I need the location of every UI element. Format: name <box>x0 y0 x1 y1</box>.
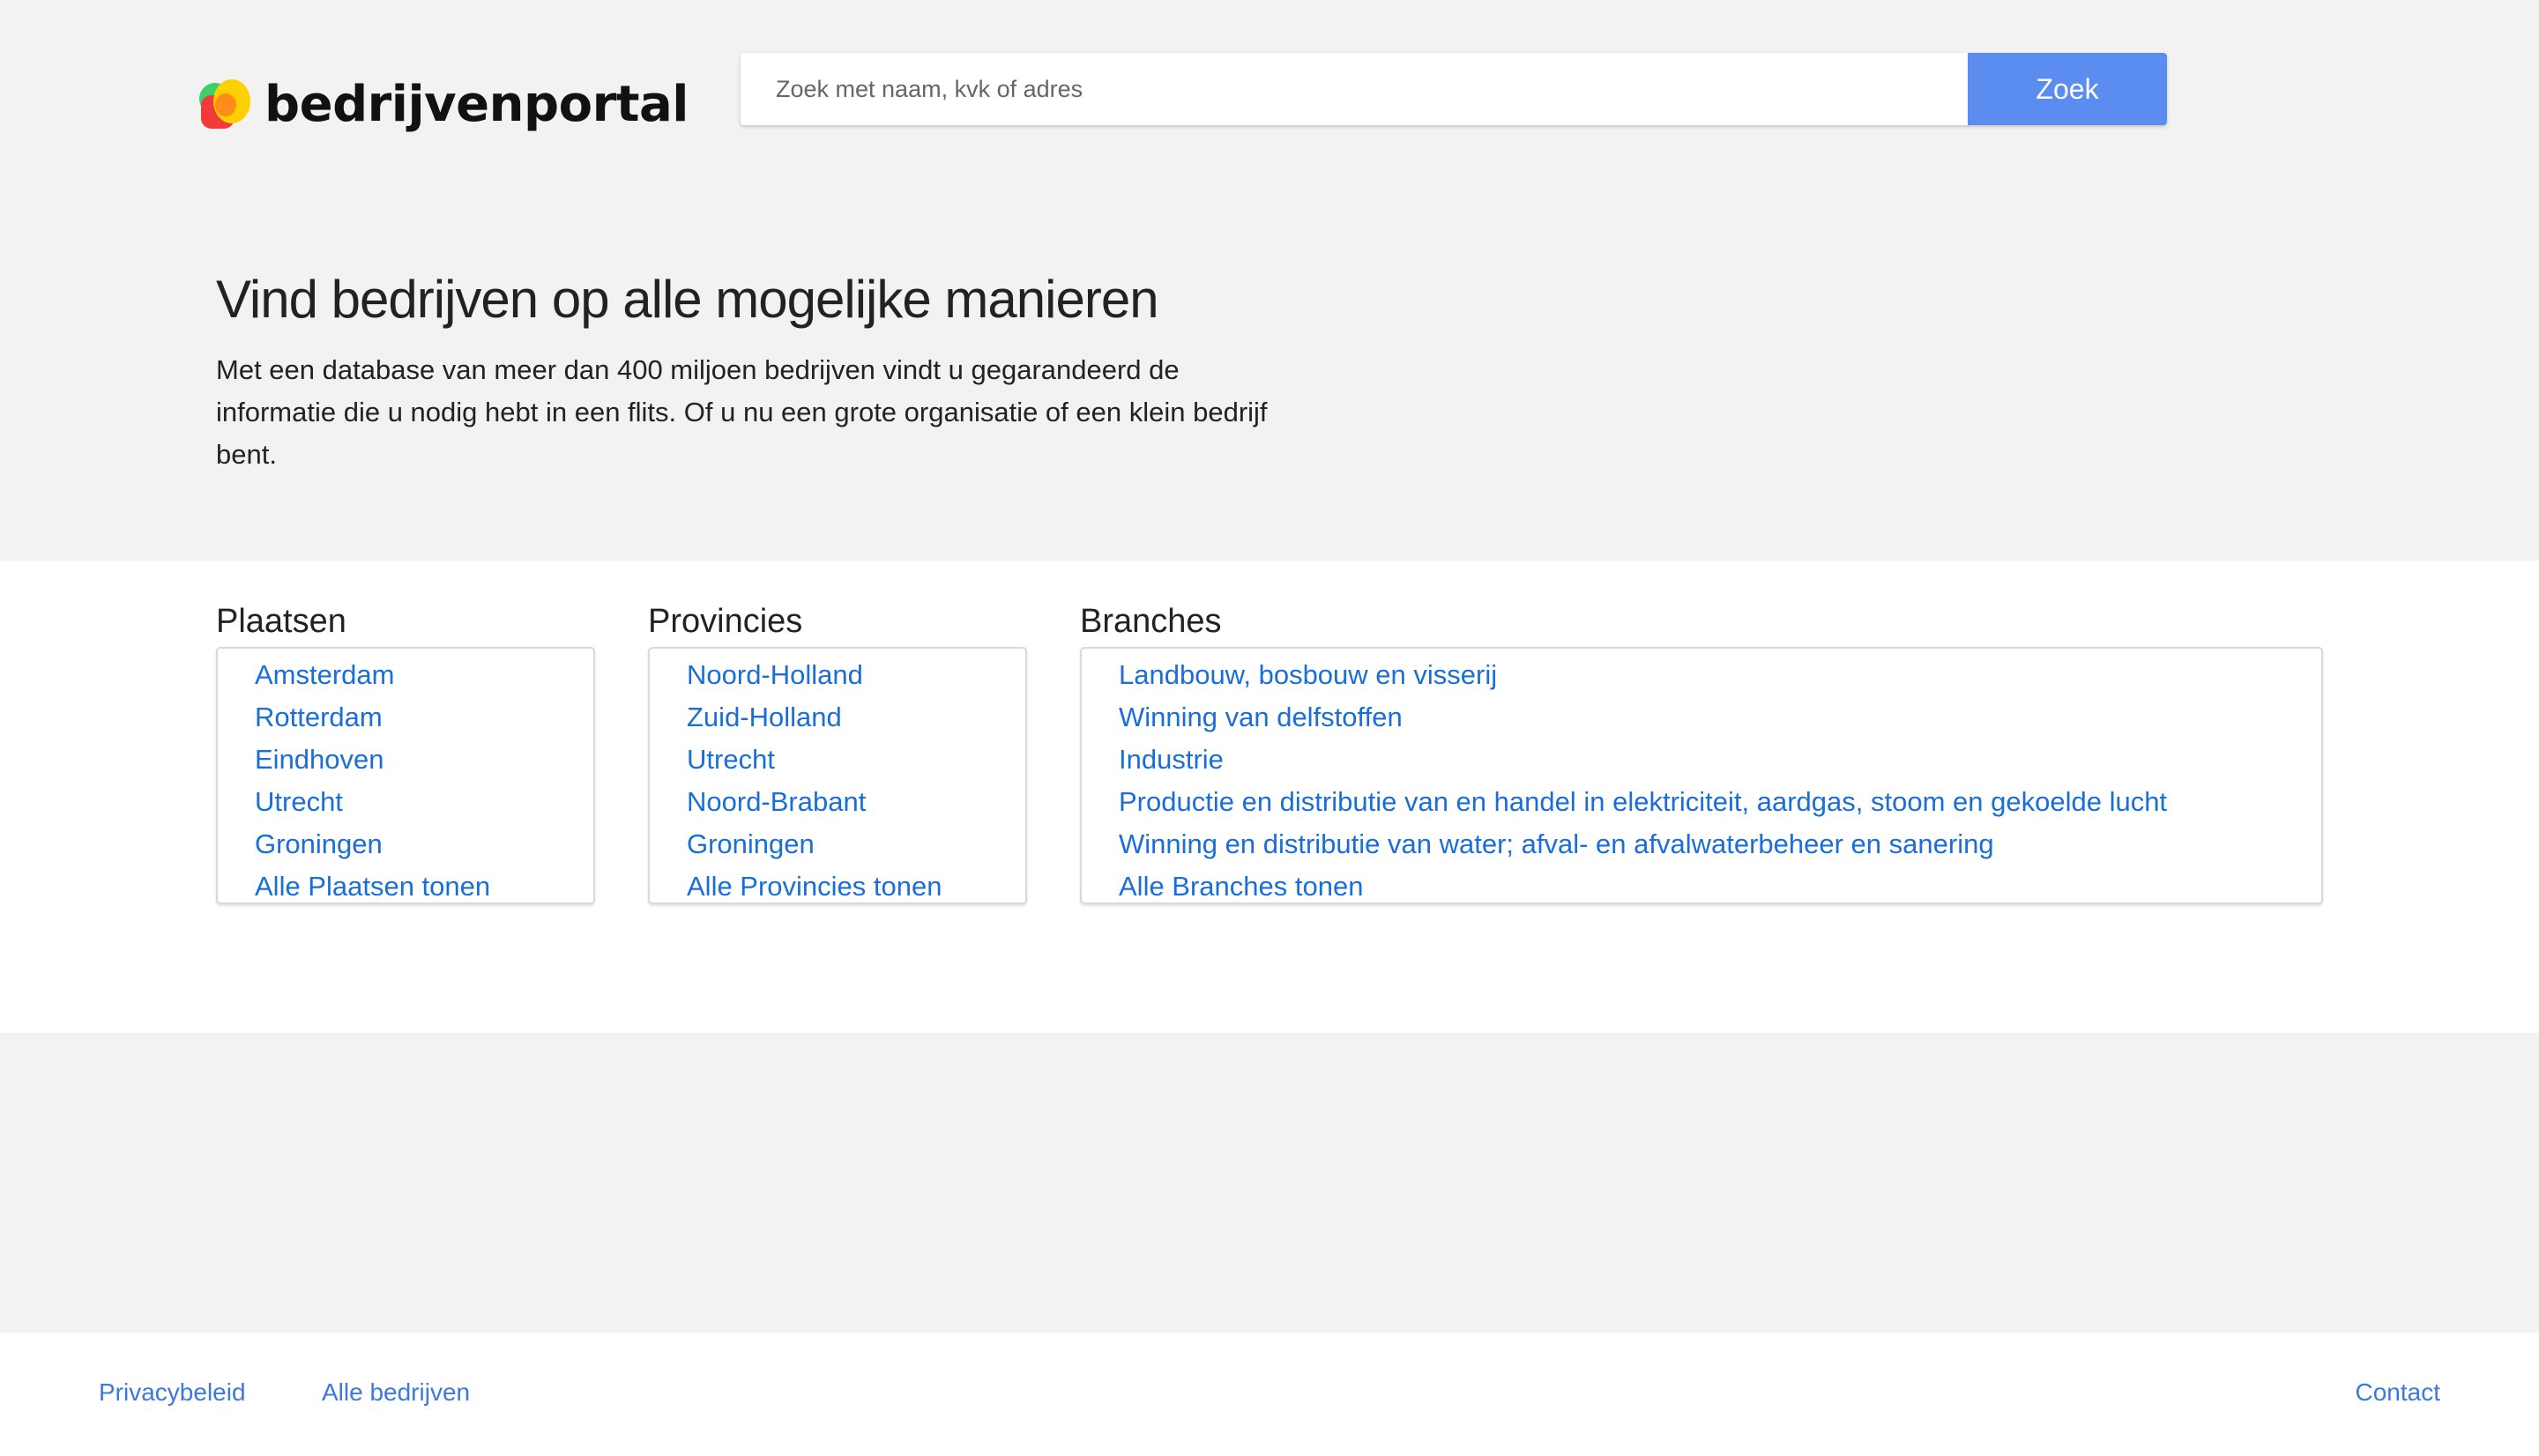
provincie-link[interactable]: Groningen <box>687 823 1025 865</box>
plaats-link[interactable]: Rotterdam <box>255 696 593 739</box>
categories-section: Plaatsen Amsterdam Rotterdam Eindhoven U… <box>0 561 2539 1033</box>
hero-description: Met een database van meer dan 400 miljoe… <box>216 354 1268 470</box>
provincies-list: Noord-Holland Zuid-Holland Utrecht Noord… <box>648 647 1027 904</box>
site-header: bedrijvenportal Zoek <box>0 0 2539 159</box>
all-branches-link[interactable]: Alle Branches tonen <box>1119 865 2321 908</box>
plaats-link[interactable]: Eindhoven <box>255 739 593 781</box>
provincies-heading: Provincies <box>648 603 803 640</box>
site-footer: Privacybeleid Alle bedrijven Contact <box>0 1333 2539 1456</box>
branche-link[interactable]: Winning van delfstoffen <box>1119 696 2321 739</box>
logo[interactable]: bedrijvenportal <box>199 69 689 139</box>
branches-list: Landbouw, bosbouw en visserij Winning va… <box>1080 647 2323 904</box>
branches-column: Branches Landbouw, bosbouw en visserij W… <box>1080 596 2323 904</box>
hero: Vind bedrijven op alle mogelijke maniere… <box>216 264 1309 476</box>
plaatsen-column: Plaatsen Amsterdam Rotterdam Eindhoven U… <box>216 596 595 904</box>
branches-heading: Branches <box>1080 603 1222 640</box>
provincie-link[interactable]: Noord-Brabant <box>687 781 1025 823</box>
search-form: Zoek <box>741 53 2167 125</box>
contact-link[interactable]: Contact <box>2356 1378 2441 1407</box>
all-plaatsen-link[interactable]: Alle Plaatsen tonen <box>255 865 593 908</box>
all-provincies-link[interactable]: Alle Provincies tonen <box>687 865 1025 908</box>
provincie-link[interactable]: Zuid-Holland <box>687 696 1025 739</box>
plaats-link[interactable]: Utrecht <box>255 781 593 823</box>
plaats-link[interactable]: Groningen <box>255 823 593 865</box>
plaatsen-heading: Plaatsen <box>216 603 346 640</box>
branche-link[interactable]: Winning en distributie van water; afval-… <box>1119 823 2321 865</box>
privacy-link[interactable]: Privacybeleid <box>99 1378 246 1407</box>
search-input[interactable] <box>741 53 1968 125</box>
plaats-link[interactable]: Amsterdam <box>255 654 593 696</box>
logo-text: bedrijvenportal <box>264 75 689 133</box>
search-button[interactable]: Zoek <box>1968 53 2167 125</box>
logo-icon <box>199 78 252 130</box>
provincie-link[interactable]: Utrecht <box>687 739 1025 781</box>
provincie-link[interactable]: Noord-Holland <box>687 654 1025 696</box>
branche-link[interactable]: Landbouw, bosbouw en visserij <box>1119 654 2321 696</box>
provincies-column: Provincies Noord-Holland Zuid-Holland Ut… <box>648 596 1027 904</box>
all-companies-link[interactable]: Alle bedrijven <box>322 1378 470 1407</box>
branche-link[interactable]: Productie en distributie van en handel i… <box>1119 781 2321 823</box>
branche-link[interactable]: Industrie <box>1119 739 2321 781</box>
plaatsen-list: Amsterdam Rotterdam Eindhoven Utrecht Gr… <box>216 647 595 904</box>
page-title: Vind bedrijven op alle mogelijke maniere… <box>216 270 1159 329</box>
